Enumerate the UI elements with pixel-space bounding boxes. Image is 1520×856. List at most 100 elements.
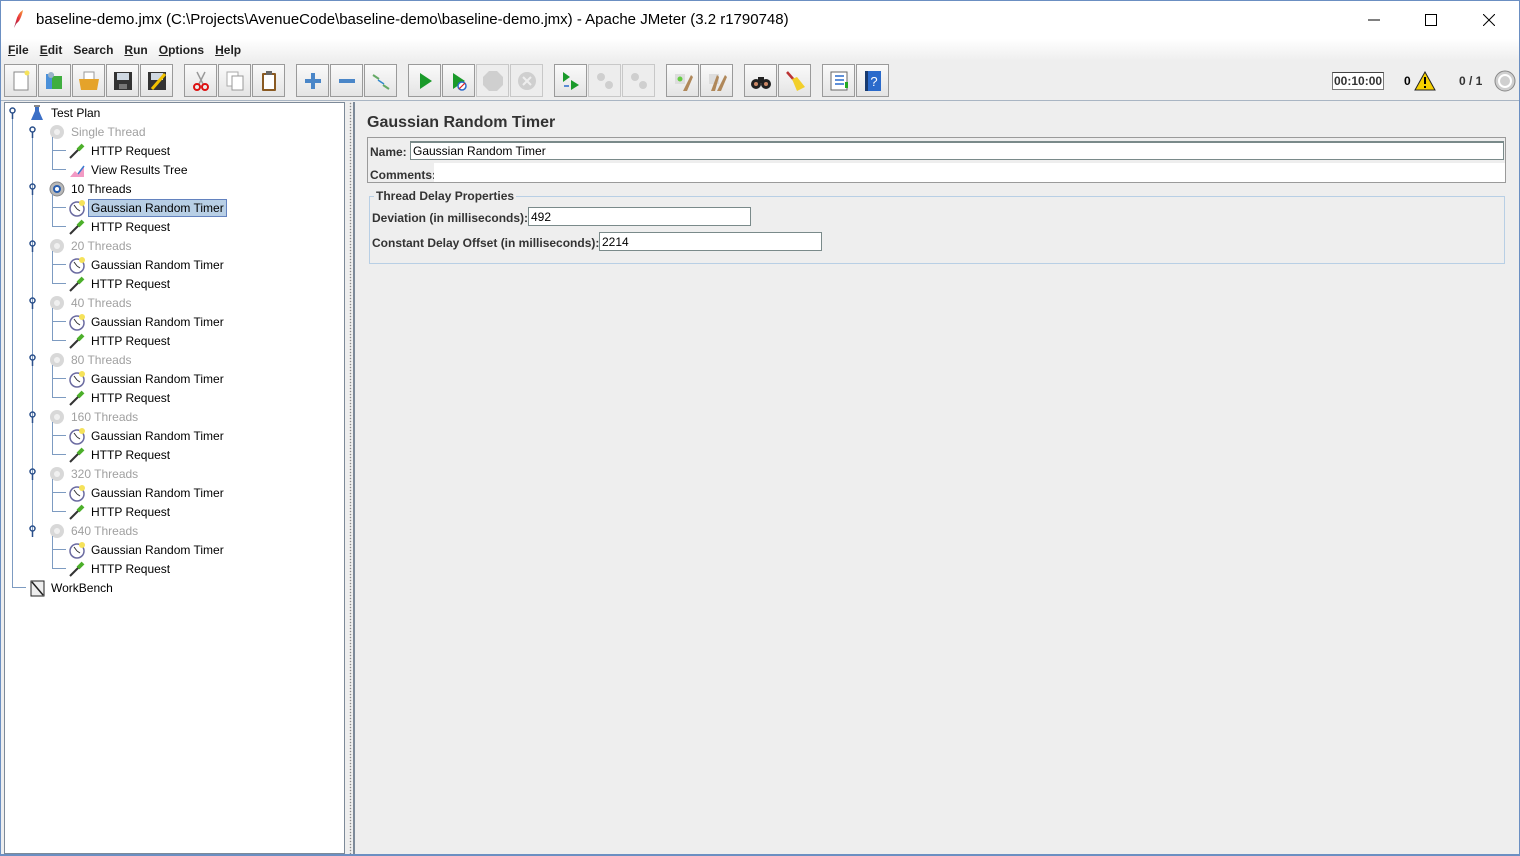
paste-button[interactable] bbox=[252, 64, 285, 97]
tree-connector-line bbox=[52, 226, 66, 227]
save-as-icon bbox=[147, 71, 166, 90]
open-button[interactable] bbox=[72, 64, 105, 97]
minimize-button[interactable] bbox=[1345, 1, 1403, 39]
collapse-all-button[interactable] bbox=[330, 64, 363, 97]
tree-node[interactable]: Gaussian Random Timer bbox=[68, 312, 227, 331]
tree-node[interactable]: HTTP Request bbox=[68, 559, 173, 578]
toggle-button[interactable] bbox=[364, 64, 397, 97]
remote-stop-all-button[interactable] bbox=[588, 64, 621, 97]
stop-button[interactable] bbox=[476, 64, 509, 97]
tree-node[interactable]: HTTP Request bbox=[68, 388, 173, 407]
shutdown-button[interactable] bbox=[510, 64, 543, 97]
menu-label: un bbox=[133, 43, 148, 57]
tree-node[interactable]: 20 Threads bbox=[48, 236, 135, 255]
tree-node-label: Single Thread bbox=[71, 124, 146, 139]
close-button[interactable] bbox=[1460, 1, 1518, 39]
tree-node[interactable]: 10 Threads bbox=[48, 179, 135, 198]
timer-icon bbox=[68, 541, 86, 559]
cut-button[interactable] bbox=[184, 64, 217, 97]
clear-button[interactable] bbox=[666, 64, 699, 97]
clear-all-button[interactable] bbox=[700, 64, 733, 97]
tree-node-label: Gaussian Random Timer bbox=[91, 257, 224, 272]
search-button[interactable] bbox=[744, 64, 777, 97]
expand-toggle-icon[interactable] bbox=[28, 240, 37, 252]
tree-connector-line bbox=[52, 340, 66, 341]
minimize-icon bbox=[1368, 19, 1380, 21]
save-icon bbox=[113, 71, 132, 90]
copy-icon bbox=[226, 71, 243, 90]
menu-mnemonic: E bbox=[39, 43, 48, 57]
menu-edit[interactable]: Edit bbox=[40, 43, 63, 57]
function-helper-button[interactable] bbox=[822, 64, 855, 97]
timer-icon bbox=[68, 199, 86, 217]
name-comments-box: Name: Comments: bbox=[367, 137, 1506, 183]
cut-icon bbox=[192, 71, 209, 91]
tree-node-label: Gaussian Random Timer bbox=[91, 314, 224, 329]
tree-node-label: Gaussian Random Timer bbox=[91, 485, 224, 500]
menu-search[interactable]: Search bbox=[73, 43, 113, 57]
thread-group-icon bbox=[48, 237, 66, 255]
expand-all-button[interactable] bbox=[296, 64, 329, 97]
tree-node[interactable]: Test Plan bbox=[28, 103, 103, 122]
expand-toggle-icon[interactable] bbox=[28, 411, 37, 423]
menu-run[interactable]: Run bbox=[124, 43, 147, 57]
tree-node[interactable]: Gaussian Random Timer bbox=[68, 369, 227, 388]
help-button[interactable]: ? bbox=[856, 64, 889, 97]
expand-toggle-icon[interactable] bbox=[28, 354, 37, 366]
name-field[interactable] bbox=[410, 141, 1504, 160]
tree-node[interactable]: WorkBench bbox=[28, 578, 116, 597]
expand-toggle-icon[interactable] bbox=[28, 183, 37, 195]
tree-node[interactable]: View Results Tree bbox=[68, 160, 191, 179]
tree-node[interactable]: Gaussian Random Timer bbox=[68, 426, 227, 445]
comments-field[interactable] bbox=[434, 163, 1505, 182]
tree-node[interactable]: HTTP Request bbox=[68, 331, 173, 350]
tree-connector-line bbox=[52, 207, 66, 208]
tree-connector-line bbox=[52, 511, 66, 512]
expand-toggle-icon[interactable] bbox=[28, 468, 37, 480]
tree-node[interactable]: Gaussian Random Timer bbox=[68, 540, 227, 559]
tree-node[interactable]: 640 Threads bbox=[48, 521, 141, 540]
remote-shutdown-all-button[interactable] bbox=[622, 64, 655, 97]
deviation-field[interactable] bbox=[528, 207, 751, 226]
tree-node[interactable]: 80 Threads bbox=[48, 350, 135, 369]
save-button[interactable] bbox=[106, 64, 139, 97]
tree-node-label: Gaussian Random Timer bbox=[91, 428, 224, 443]
tree-node-label: HTTP Request bbox=[91, 447, 171, 462]
maximize-button[interactable] bbox=[1402, 1, 1460, 39]
save-as-button[interactable] bbox=[140, 64, 173, 97]
expand-toggle-icon[interactable] bbox=[28, 126, 37, 138]
expand-toggle-icon[interactable] bbox=[28, 297, 37, 309]
test-plan-tree[interactable]: Test Plan Single Thread HTTP Request View R… bbox=[4, 102, 345, 854]
split-pane-divider[interactable] bbox=[346, 102, 355, 854]
tree-node[interactable]: Single Thread bbox=[48, 122, 149, 141]
copy-button[interactable] bbox=[218, 64, 251, 97]
tree-node-label: HTTP Request bbox=[91, 504, 171, 519]
constant-delay-offset-field[interactable] bbox=[599, 232, 822, 251]
menu-options[interactable]: Options bbox=[159, 43, 204, 57]
tree-connector-line bbox=[52, 378, 66, 379]
tree-node[interactable]: 160 Threads bbox=[48, 407, 141, 426]
templates-button[interactable] bbox=[38, 64, 71, 97]
new-button[interactable] bbox=[4, 64, 37, 97]
reset-search-button[interactable] bbox=[778, 64, 811, 97]
warning-icon[interactable] bbox=[1414, 71, 1436, 91]
tree-node[interactable]: HTTP Request bbox=[68, 502, 173, 521]
remote-start-all-button[interactable] bbox=[554, 64, 587, 97]
expand-toggle-icon[interactable] bbox=[8, 107, 17, 119]
expand-toggle-icon[interactable] bbox=[28, 525, 37, 537]
tree-node[interactable]: Gaussian Random Timer bbox=[68, 255, 227, 274]
start-no-pauses-button[interactable] bbox=[442, 64, 475, 97]
tree-node[interactable]: 320 Threads bbox=[48, 464, 141, 483]
tree-node[interactable]: HTTP Request bbox=[68, 141, 173, 160]
menu-file[interactable]: File bbox=[8, 43, 29, 57]
tree-node[interactable]: Gaussian Random Timer bbox=[68, 198, 227, 217]
tree-node[interactable]: HTTP Request bbox=[68, 274, 173, 293]
tree-node[interactable]: Gaussian Random Timer bbox=[68, 483, 227, 502]
start-button[interactable] bbox=[408, 64, 441, 97]
tree-node[interactable]: HTTP Request bbox=[68, 217, 173, 236]
tree-node[interactable]: 40 Threads bbox=[48, 293, 135, 312]
tree-node[interactable]: HTTP Request bbox=[68, 445, 173, 464]
menu-help[interactable]: Help bbox=[215, 43, 241, 57]
maximize-icon bbox=[1425, 14, 1437, 26]
offset-label: Constant Delay Offset (in milliseconds): bbox=[372, 236, 600, 250]
